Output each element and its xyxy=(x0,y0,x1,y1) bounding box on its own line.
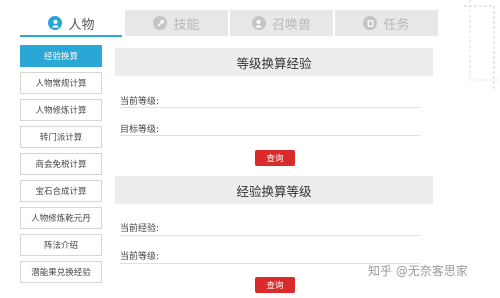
page-edge-decoration xyxy=(464,0,500,90)
tab-task-label: 任务 xyxy=(383,17,410,33)
current-exp-label: 当前经验: xyxy=(120,224,160,234)
tab-skill[interactable]: 技能 xyxy=(123,10,228,36)
sidebar-item-formation-intro[interactable]: 阵法介绍 xyxy=(20,234,102,256)
zhihu-watermark: 知乎 @无奈客思家 xyxy=(368,264,468,278)
sidebar-item-cultivation-calc[interactable]: 人物修炼计算 xyxy=(20,99,102,121)
sidebar-item-potential-fruit[interactable]: 潜能果兑换经验 xyxy=(20,261,102,283)
exp-to-level-title: 经验换算等级 xyxy=(236,183,312,199)
sidebar-item-sect-change-calc[interactable]: 转门派计算 xyxy=(20,126,102,148)
exp-to-level-query-button[interactable]: 查询 xyxy=(255,277,295,293)
tab-person-label: 人物 xyxy=(68,17,95,33)
summon-beast-icon xyxy=(251,16,266,30)
sidebar-item-exp-conversion[interactable]: 经验换算 xyxy=(20,45,102,67)
level-to-exp-title: 等级换算经验 xyxy=(236,55,312,71)
sidebar: 经验换算 人物常规计算 人物修炼计算 转门派计算 商会免税计算 宝石合成计算 人… xyxy=(20,45,102,288)
target-level-input[interactable] xyxy=(120,135,420,136)
sidebar-item-character-calc[interactable]: 人物常规计算 xyxy=(20,72,102,94)
tab-skill-label: 技能 xyxy=(173,17,200,33)
exp-to-level-header: 经验换算等级 xyxy=(115,176,433,204)
sidebar-item-gem-synthesis-calc[interactable]: 宝石合成计算 xyxy=(20,180,102,202)
sidebar-item-tax-free-calc[interactable]: 商会免税计算 xyxy=(20,153,102,175)
target-level-label: 目标等级: xyxy=(120,125,160,135)
tab-summon-beast[interactable]: 召唤兽 xyxy=(228,10,333,36)
sidebar-item-qianyuan-pill[interactable]: 人物修炼乾元丹 xyxy=(20,207,102,229)
tab-bar: 人物 技能 召唤兽 任务 xyxy=(20,10,438,36)
skill-icon xyxy=(153,16,168,30)
tab-person[interactable]: 人物 xyxy=(20,10,123,36)
current-exp-input[interactable] xyxy=(120,235,420,236)
active-tab-indicator xyxy=(20,35,122,37)
current-level-label: 当前等级: xyxy=(120,97,160,107)
level-to-exp-header: 等级换算经验 xyxy=(115,48,433,76)
task-icon xyxy=(363,16,378,30)
person-icon xyxy=(48,16,63,30)
current-level-input[interactable] xyxy=(120,107,420,108)
current-level-label-2: 当前等级: xyxy=(120,252,160,262)
tab-summon-beast-label: 召唤兽 xyxy=(271,17,311,33)
tab-task[interactable]: 任务 xyxy=(333,10,438,36)
level-to-exp-query-button[interactable]: 查询 xyxy=(255,150,295,166)
